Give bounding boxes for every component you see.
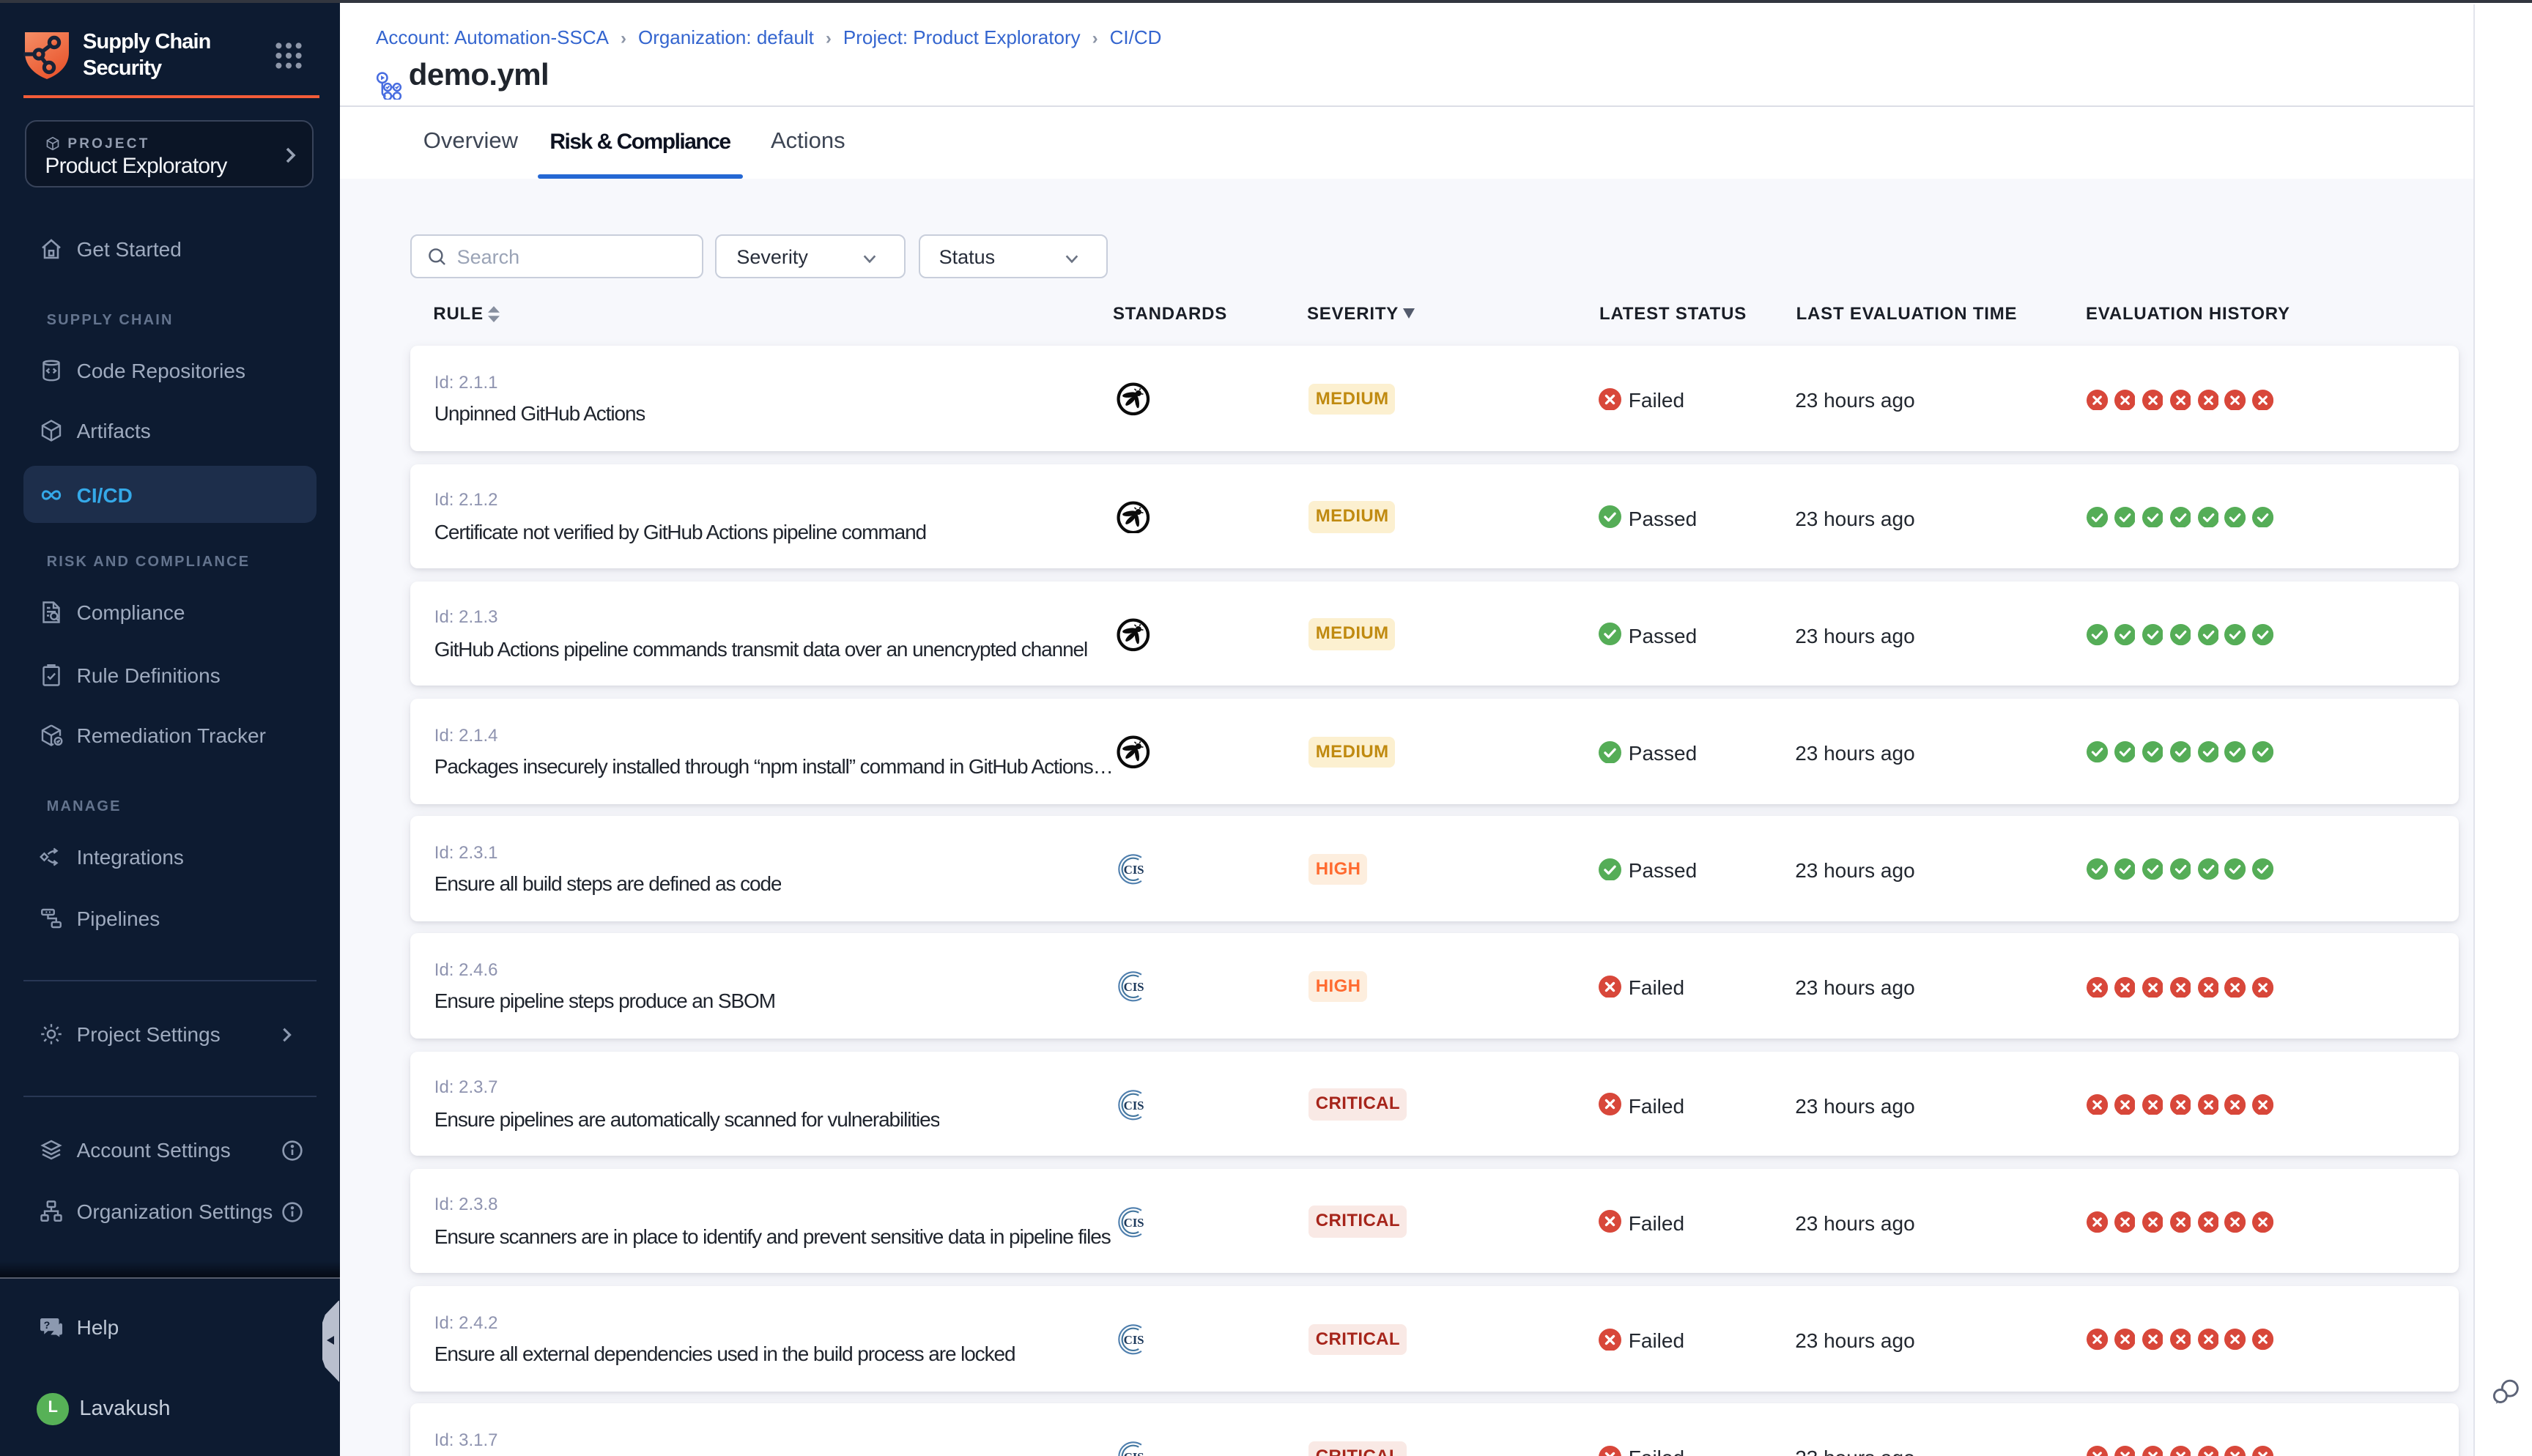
svg-text:?: ? (44, 1319, 51, 1331)
